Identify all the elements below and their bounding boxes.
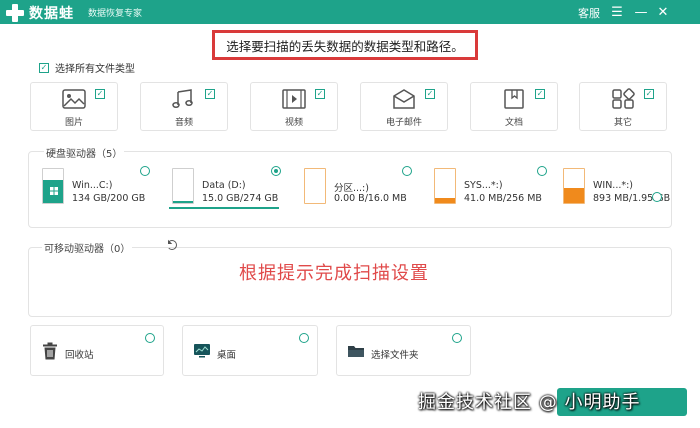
email-icon	[393, 89, 415, 109]
drive-name: 分区...:)	[334, 183, 369, 194]
windows-icon	[50, 187, 58, 195]
checkbox-checked-icon[interactable]: ✓	[205, 89, 215, 99]
drive-name: Win...C:)	[72, 180, 113, 191]
type-label: 音频	[174, 118, 193, 128]
watermark-text: 掘金技术社区 @ 小明助手	[418, 392, 641, 413]
type-card-video[interactable]: ✓ 视频	[250, 82, 338, 131]
drive-name: Data (D:)	[202, 180, 246, 191]
hint-text: 选择要扫描的丢失数据的数据类型和路径。	[226, 38, 464, 54]
type-label: 图片	[64, 118, 83, 128]
checkbox-checked-icon[interactable]: ✓	[39, 62, 49, 73]
type-card-audio[interactable]: ✓ 音频	[140, 82, 228, 131]
location-radio[interactable]	[145, 333, 155, 343]
location-radio[interactable]	[299, 333, 309, 343]
location-label: 选择文件夹	[371, 350, 419, 361]
drive-item-win[interactable]: WIN...*:) 893 MB/1.95 GB	[563, 168, 673, 208]
location-recycle-bin[interactable]: 回收站	[30, 325, 164, 376]
recycle-bin-icon	[43, 342, 57, 360]
drive-size: 15.0 GB/274 GB	[202, 193, 279, 204]
music-icon	[172, 89, 193, 109]
desktop-icon	[194, 344, 210, 358]
menu-icon[interactable]: ☰	[606, 0, 628, 24]
drive-size: 134 GB/200 GB	[72, 193, 146, 204]
app-subtitle: 数据恢复专家	[88, 9, 143, 19]
drive-name: SYS...*:)	[464, 180, 503, 191]
customer-service-button[interactable]: 客服	[578, 5, 600, 21]
hint-box: 选择要扫描的丢失数据的数据类型和路径。	[212, 30, 478, 60]
drive-radio-sys[interactable]	[537, 166, 547, 176]
drive-name: WIN...*:)	[593, 180, 634, 191]
hard-drive-title: 硬盘驱动器（5）	[44, 145, 125, 160]
drive-size: 0.00 B/16.0 MB	[334, 193, 407, 204]
checkbox-checked-icon[interactable]: ✓	[95, 89, 105, 99]
type-label: 电子邮件	[385, 118, 422, 128]
drive-radio-win[interactable]	[652, 192, 662, 202]
logo-cross-icon	[6, 4, 24, 22]
overlay-hint-text: 根据提示完成扫描设置	[239, 263, 429, 284]
type-card-other[interactable]: ✓ 其它	[579, 82, 667, 131]
drive-radio-d[interactable]	[271, 166, 281, 176]
drive-radio-partition[interactable]	[402, 166, 412, 176]
removable-drive-title: 可移动驱动器（0）	[42, 240, 133, 255]
drive-icon	[172, 168, 194, 204]
checkbox-checked-icon[interactable]: ✓	[425, 89, 435, 99]
image-icon	[62, 89, 86, 109]
drive-item-partition[interactable]: 分区...:) 0.00 B/16.0 MB	[304, 168, 414, 208]
checkbox-checked-icon[interactable]: ✓	[535, 89, 545, 99]
type-label: 视频	[284, 118, 303, 128]
close-button[interactable]: ✕	[652, 0, 674, 24]
app-logo: 数据蛙	[6, 3, 74, 23]
video-icon	[282, 89, 306, 109]
location-label: 回收站	[65, 350, 94, 361]
drive-icon	[434, 168, 456, 204]
drive-radio-c[interactable]	[140, 166, 150, 176]
minimize-button[interactable]: —	[630, 0, 652, 24]
drive-icon	[42, 168, 64, 204]
select-all-label: 选择所有文件类型	[55, 64, 135, 75]
drive-icon	[304, 168, 326, 204]
folder-icon	[348, 346, 364, 357]
drive-size: 41.0 MB/256 MB	[464, 193, 542, 204]
selected-drive-underline	[169, 207, 279, 209]
drive-icon	[563, 168, 585, 204]
app-name: 数据蛙	[29, 6, 74, 22]
location-radio[interactable]	[452, 333, 462, 343]
document-icon	[504, 89, 524, 109]
type-card-document[interactable]: ✓ 文档	[470, 82, 558, 131]
drive-item-sys[interactable]: SYS...*:) 41.0 MB/256 MB	[434, 168, 546, 208]
location-desktop[interactable]: 桌面	[182, 325, 318, 376]
checkbox-checked-icon[interactable]: ✓	[644, 89, 654, 99]
location-select-folder[interactable]: 选择文件夹	[336, 325, 471, 376]
type-label: 文档	[504, 118, 523, 128]
type-card-email[interactable]: ✓ 电子邮件	[360, 82, 448, 131]
location-label: 桌面	[217, 350, 237, 361]
type-card-image[interactable]: ✓ 图片	[30, 82, 118, 131]
type-label: 其它	[613, 118, 632, 128]
refresh-icon[interactable]	[167, 240, 177, 250]
select-all-checkbox[interactable]: ✓ 选择所有文件类型	[39, 60, 135, 75]
other-icon	[612, 88, 635, 109]
checkbox-checked-icon[interactable]: ✓	[315, 89, 325, 99]
title-bar: 数据蛙 数据恢复专家 客服 ☰ — ✕	[0, 0, 700, 24]
